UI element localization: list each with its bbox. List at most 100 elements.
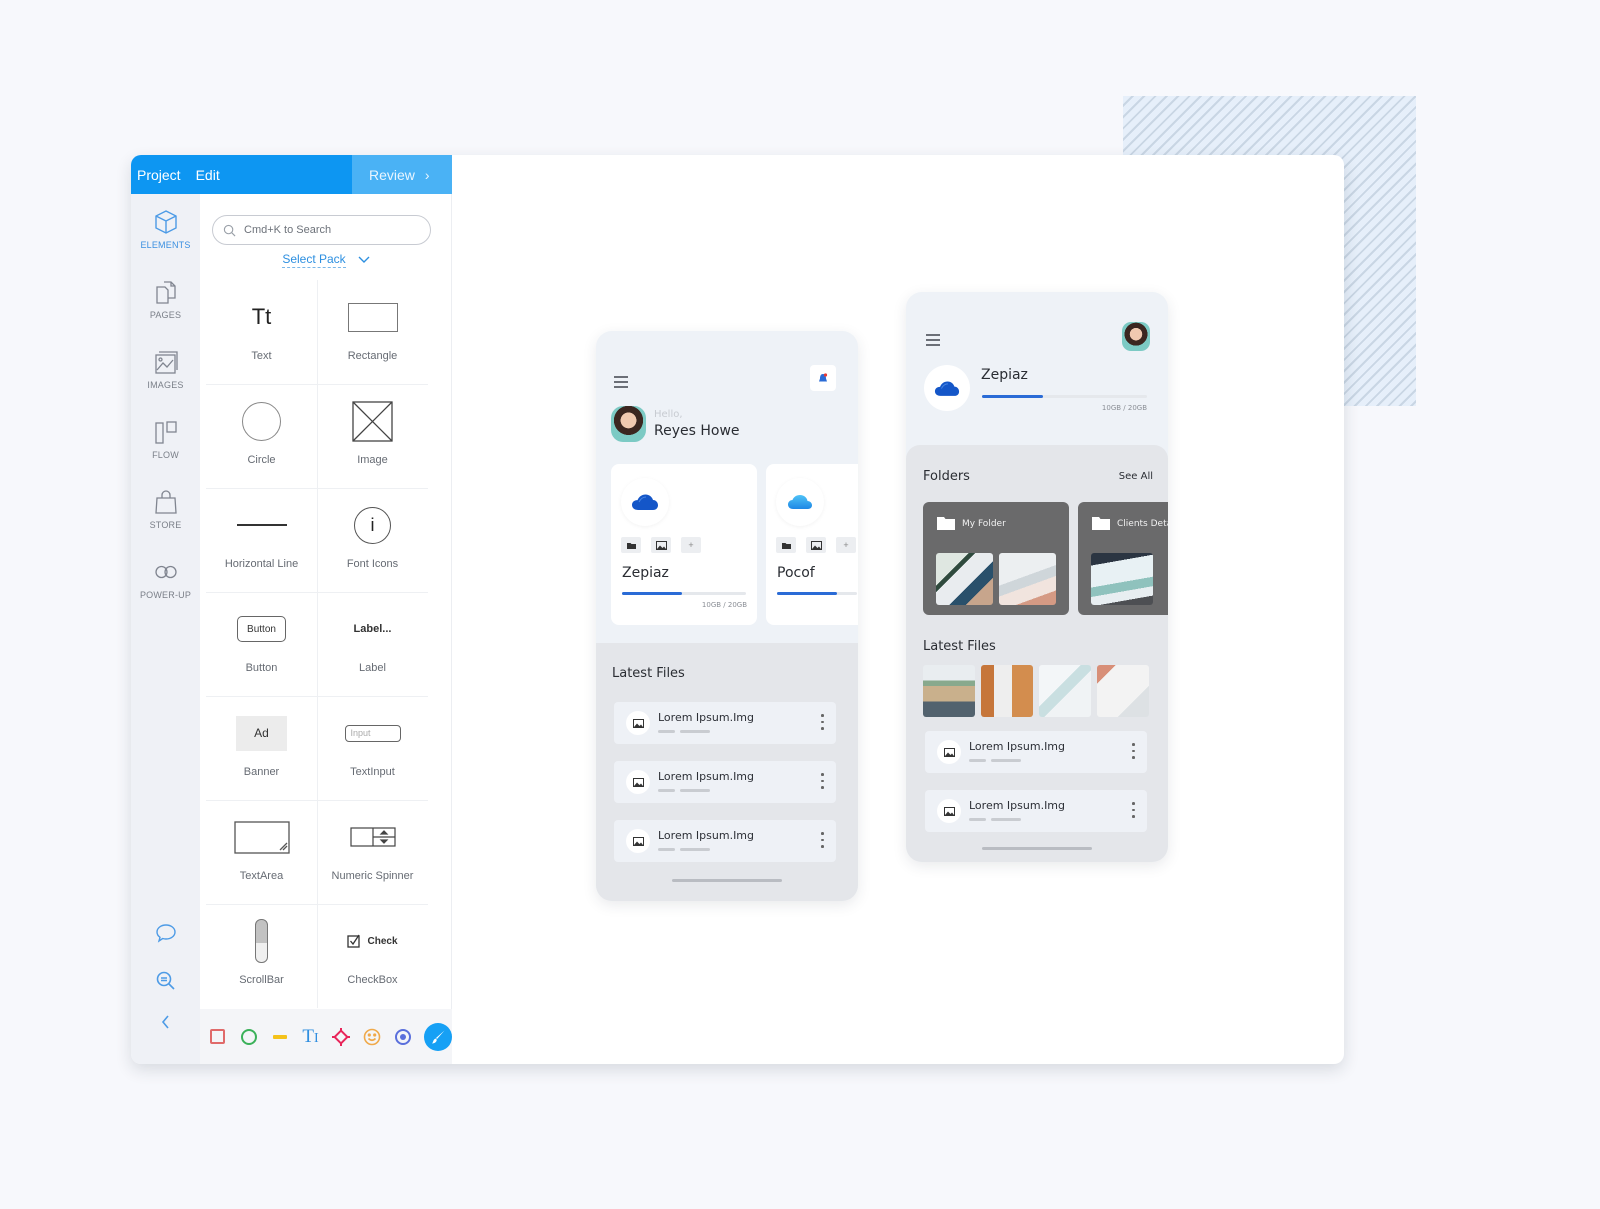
drawing-toolbar: TI	[200, 1009, 452, 1064]
element-horizontal-line[interactable]: Horizontal Line	[206, 488, 317, 592]
folder-thumbnail	[936, 553, 993, 605]
image-icon	[632, 836, 644, 846]
element-image[interactable]: Image	[317, 384, 428, 488]
onedrive-cloud-icon	[934, 381, 960, 396]
circle-tool[interactable]	[239, 1027, 259, 1047]
search-box[interactable]	[212, 215, 431, 245]
element-circle[interactable]: Circle	[206, 384, 317, 488]
rectangle-preview-icon	[347, 302, 398, 332]
select-pack-dropdown[interactable]: Select Pack	[200, 252, 452, 268]
element-label: TextArea	[239, 870, 284, 882]
numeric-spinner-preview-icon	[349, 827, 396, 847]
target-tool[interactable]	[332, 1027, 352, 1047]
add-chip[interactable]: +	[681, 537, 701, 553]
element-label[interactable]: Label... Label	[317, 592, 428, 696]
image-chip	[651, 537, 671, 553]
user-avatar[interactable]	[1122, 322, 1150, 351]
pages-icon	[155, 281, 176, 304]
rail-item-images[interactable]: IMAGES	[131, 348, 200, 410]
element-textinput[interactable]: Input TextInput	[317, 696, 428, 800]
section-title: Folders	[923, 469, 970, 484]
latest-file-thumbnail[interactable]	[981, 665, 1033, 717]
more-options-icon[interactable]	[821, 714, 824, 730]
user-name: Reyes Howe	[654, 423, 740, 439]
rail-item-elements[interactable]: ELEMENTS	[131, 208, 200, 270]
storage-name: Zepiaz	[622, 565, 669, 581]
element-scrollbar[interactable]: ScrollBar	[206, 904, 317, 1008]
element-text[interactable]: Tt Text	[206, 280, 317, 384]
see-all-link[interactable]: See All	[1119, 471, 1153, 482]
storage-card-pocof[interactable]: + Pocof	[766, 464, 858, 625]
top-bar: Project Edit Review ›	[131, 155, 452, 194]
element-textarea[interactable]: TextArea	[206, 800, 317, 904]
rail-item-flow[interactable]: FLOW	[131, 418, 200, 480]
collapse-button[interactable]	[131, 1012, 200, 1032]
more-options-icon[interactable]	[821, 832, 824, 848]
image-chip	[806, 537, 826, 553]
file-row[interactable]: Lorem Ipsum.Img	[614, 820, 836, 862]
zoom-out-button[interactable]	[131, 969, 200, 993]
emoji-tool[interactable]	[362, 1027, 382, 1047]
more-options-icon[interactable]	[1132, 802, 1135, 818]
user-avatar	[611, 406, 646, 442]
more-options-icon[interactable]	[821, 773, 824, 789]
latest-file-thumbnail[interactable]	[1097, 665, 1149, 717]
text-tool[interactable]: TI	[301, 1025, 321, 1047]
element-label: Label	[359, 662, 386, 674]
latest-file-thumbnail[interactable]	[923, 665, 975, 717]
file-row[interactable]: Lorem Ipsum.Img	[614, 761, 836, 803]
notification-button[interactable]	[810, 365, 836, 391]
file-name: Lorem Ipsum.Img	[658, 770, 755, 783]
add-chip[interactable]: +	[836, 537, 856, 553]
element-numeric-spinner[interactable]: Numeric Spinner	[317, 800, 428, 904]
line-tool[interactable]	[270, 1027, 290, 1047]
element-checkbox[interactable]: Check CheckBox	[317, 904, 428, 1008]
rail-item-pages[interactable]: PAGES	[131, 278, 200, 340]
element-banner[interactable]: Ad Banner	[206, 696, 317, 800]
icloud-icon	[788, 495, 812, 509]
storage-usage: 10GB / 20GB	[701, 601, 747, 609]
review-button[interactable]: Review ›	[352, 155, 452, 194]
rectangle-tool[interactable]	[208, 1027, 228, 1047]
menu-edit[interactable]: Edit	[196, 167, 220, 183]
chevron-down-icon	[358, 256, 370, 263]
hamburger-menu-icon[interactable]	[614, 376, 628, 388]
file-row[interactable]: Lorem Ipsum.Img	[614, 702, 836, 744]
file-row[interactable]: Lorem Ipsum.Img	[925, 731, 1147, 773]
review-label: Review	[369, 166, 415, 183]
app-window: Project Edit Review › ELEMENTS PAGES IMA…	[131, 155, 1344, 1064]
folder-icon	[1092, 517, 1110, 530]
radio-tool[interactable]	[393, 1027, 413, 1047]
text-cursor-icon: TI	[302, 1025, 319, 1047]
folder-card[interactable]: My Folder	[923, 502, 1069, 615]
element-label: Button	[245, 662, 278, 674]
hamburger-menu-icon[interactable]	[926, 334, 940, 346]
element-label: Circle	[247, 454, 276, 466]
storage-progress-bar	[622, 592, 746, 595]
file-row[interactable]: Lorem Ipsum.Img	[925, 790, 1147, 832]
element-label: ScrollBar	[239, 974, 284, 986]
more-options-icon[interactable]	[1132, 743, 1135, 759]
folder-card[interactable]: Clients Deta	[1078, 502, 1168, 615]
search-input[interactable]	[244, 224, 414, 236]
element-font-icons[interactable]: i Font Icons	[317, 488, 428, 592]
folder-thumbnail	[1091, 553, 1153, 605]
comment-button[interactable]	[131, 921, 200, 945]
menu-project[interactable]: Project	[137, 167, 181, 183]
element-rectangle[interactable]: Rectangle	[317, 280, 428, 384]
folder-name: Clients Deta	[1117, 519, 1168, 529]
section-title: Latest Files	[612, 666, 685, 681]
rail-item-power-up[interactable]: POWER-UP	[131, 558, 200, 620]
elements-panel: Select Pack Tt Text Rectangle Circle	[200, 194, 452, 1064]
element-label: Numeric Spinner	[331, 870, 414, 882]
element-button[interactable]: Button Button	[206, 592, 317, 696]
rail-item-store[interactable]: STORE	[131, 488, 200, 550]
rail-label: FLOW	[152, 450, 179, 460]
image-icon	[632, 777, 644, 787]
images-icon	[154, 351, 178, 374]
rail-label: PAGES	[149, 310, 182, 320]
storage-card-zepiaz[interactable]: + Zepiaz 10GB / 20GB	[611, 464, 757, 625]
top-menu: Project Edit	[131, 155, 352, 194]
latest-file-thumbnail[interactable]	[1039, 665, 1091, 717]
brush-tool[interactable]	[424, 1022, 452, 1051]
